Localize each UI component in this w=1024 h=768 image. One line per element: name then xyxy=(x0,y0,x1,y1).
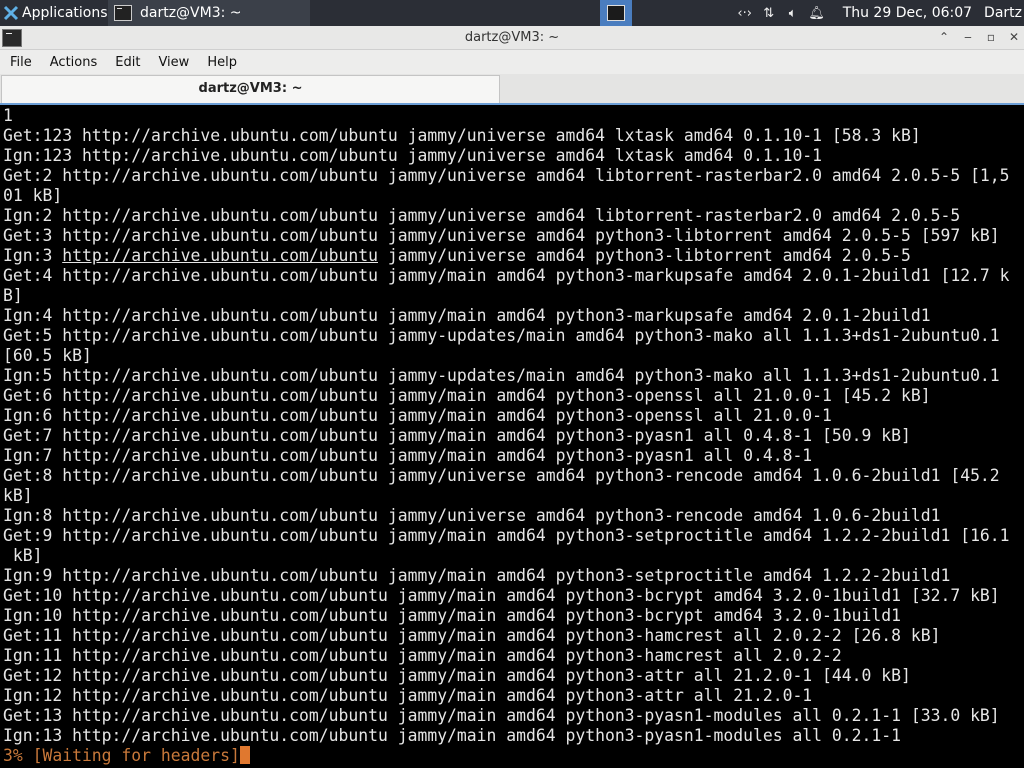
taskbar-terminal-label: dartz@VM3: ~ xyxy=(140,5,242,21)
terminal-line: kB] xyxy=(3,486,33,505)
code-icon[interactable]: ‹·› xyxy=(733,6,757,21)
taskbar-terminal-button[interactable]: dartz@VM3: ~ xyxy=(108,0,310,26)
workspace-terminal-launcher[interactable] xyxy=(600,0,632,26)
menu-actions[interactable]: Actions xyxy=(40,55,106,70)
menu-bar: File Actions Edit View Help xyxy=(0,50,1024,74)
volume-icon[interactable]: 🔈︎ xyxy=(781,6,805,21)
terminal-line: 01 kB] xyxy=(3,186,63,205)
menu-file[interactable]: File xyxy=(0,55,40,70)
minimize-button[interactable]: ‒ xyxy=(960,29,976,45)
tab-bar: dartz@VM3: ~ xyxy=(0,74,1024,104)
window-titlebar[interactable]: dartz@VM3: ~ ⌃ ‒ ▫ ✕ xyxy=(0,26,1024,50)
terminal-line: Ign:12 http://archive.ubuntu.com/ubuntu … xyxy=(3,686,813,705)
terminal-line: Ign:7 http://archive.ubuntu.com/ubuntu j… xyxy=(3,446,813,465)
applications-menu-button[interactable]: Applications xyxy=(0,0,108,26)
terminal-line: Ign:10 http://archive.ubuntu.com/ubuntu … xyxy=(3,606,901,625)
network-icon[interactable]: ⇅ xyxy=(757,6,781,21)
top-panel: Applications dartz@VM3: ~ ‹·› ⇅ 🔈︎ 🔔︎ Th… xyxy=(0,0,1024,26)
user-menu[interactable]: Dartz xyxy=(984,5,1022,21)
hovered-link[interactable]: http://archive.ubuntu.com/ubuntu xyxy=(62,246,378,265)
shade-up-icon[interactable]: ⌃ xyxy=(936,29,952,45)
xfce-logo-icon xyxy=(3,5,19,21)
tab-terminal[interactable]: dartz@VM3: ~ xyxy=(1,75,500,103)
terminal-line: Get:8 http://archive.ubuntu.com/ubuntu j… xyxy=(3,466,1000,485)
applications-label: Applications xyxy=(22,5,108,21)
terminal-line: 1 xyxy=(3,106,13,125)
terminal-line: kB] xyxy=(3,546,43,565)
terminal-output[interactable]: 1 Get:123 http://archive.ubuntu.com/ubunt… xyxy=(0,103,1024,768)
terminal-line: Get:4 http://archive.ubuntu.com/ubuntu j… xyxy=(3,266,1010,285)
maximize-button[interactable]: ▫ xyxy=(983,29,999,45)
terminal-line: Get:12 http://archive.ubuntu.com/ubuntu … xyxy=(3,666,911,685)
text-cursor xyxy=(239,746,250,764)
terminal-line: Ign:13 http://archive.ubuntu.com/ubuntu … xyxy=(3,726,901,745)
terminal-line: Get:3 http://archive.ubuntu.com/ubuntu j… xyxy=(3,226,1000,245)
terminal-window: dartz@VM3: ~ ⌃ ‒ ▫ ✕ File Actions Edit V… xyxy=(0,26,1024,768)
terminal-line: Get:6 http://archive.ubuntu.com/ubuntu j… xyxy=(3,386,931,405)
terminal-line: Get:123 http://archive.ubuntu.com/ubuntu… xyxy=(3,126,921,145)
terminal-line: [60.5 kB] xyxy=(3,346,92,365)
terminal-line: Get:2 http://archive.ubuntu.com/ubuntu j… xyxy=(3,166,1010,185)
clock[interactable]: Thu 29 Dec, 06:07 xyxy=(843,5,972,21)
menu-edit[interactable]: Edit xyxy=(105,55,148,70)
notification-bell-icon[interactable]: 🔔︎ xyxy=(805,6,829,21)
close-button[interactable]: ✕ xyxy=(1006,29,1022,45)
menu-help[interactable]: Help xyxy=(197,55,245,70)
terminal-line: Ign:3 http://archive.ubuntu.com/ubuntu j… xyxy=(3,246,911,265)
progress-line: 3% [Waiting for headers] xyxy=(3,746,1024,766)
terminal-line: Get:5 http://archive.ubuntu.com/ubuntu j… xyxy=(3,326,1000,345)
terminal-line: Ign:2 http://archive.ubuntu.com/ubuntu j… xyxy=(3,206,961,225)
terminal-line: Get:10 http://archive.ubuntu.com/ubuntu … xyxy=(3,586,1000,605)
terminal-line: Ign:123 http://archive.ubuntu.com/ubuntu… xyxy=(3,146,823,165)
terminal-line: Ign:4 http://archive.ubuntu.com/ubuntu j… xyxy=(3,306,931,325)
system-tray: ‹·› ⇅ 🔈︎ 🔔︎ Thu 29 Dec, 06:07 Dartz xyxy=(733,0,1024,26)
terminal-line: B] xyxy=(3,286,23,305)
terminal-line: Get:7 http://archive.ubuntu.com/ubuntu j… xyxy=(3,426,911,445)
terminal-line: Get:11 http://archive.ubuntu.com/ubuntu … xyxy=(3,626,941,645)
terminal-line: Ign:8 http://archive.ubuntu.com/ubuntu j… xyxy=(3,506,941,525)
terminal-line: Ign:9 http://archive.ubuntu.com/ubuntu j… xyxy=(3,566,951,585)
terminal-line: Get:9 http://archive.ubuntu.com/ubuntu j… xyxy=(3,526,1010,545)
terminal-icon xyxy=(114,5,132,21)
terminal-line: Ign:11 http://archive.ubuntu.com/ubuntu … xyxy=(3,646,842,665)
terminal-line: Ign:6 http://archive.ubuntu.com/ubuntu j… xyxy=(3,406,832,425)
terminal-icon xyxy=(607,5,625,21)
menu-view[interactable]: View xyxy=(148,55,197,70)
window-title: dartz@VM3: ~ xyxy=(464,30,560,45)
terminal-line: Get:13 http://archive.ubuntu.com/ubuntu … xyxy=(3,706,1000,725)
terminal-line: Ign:5 http://archive.ubuntu.com/ubuntu j… xyxy=(3,366,1000,385)
progress-text: 3% [Waiting for headers] xyxy=(3,746,240,765)
